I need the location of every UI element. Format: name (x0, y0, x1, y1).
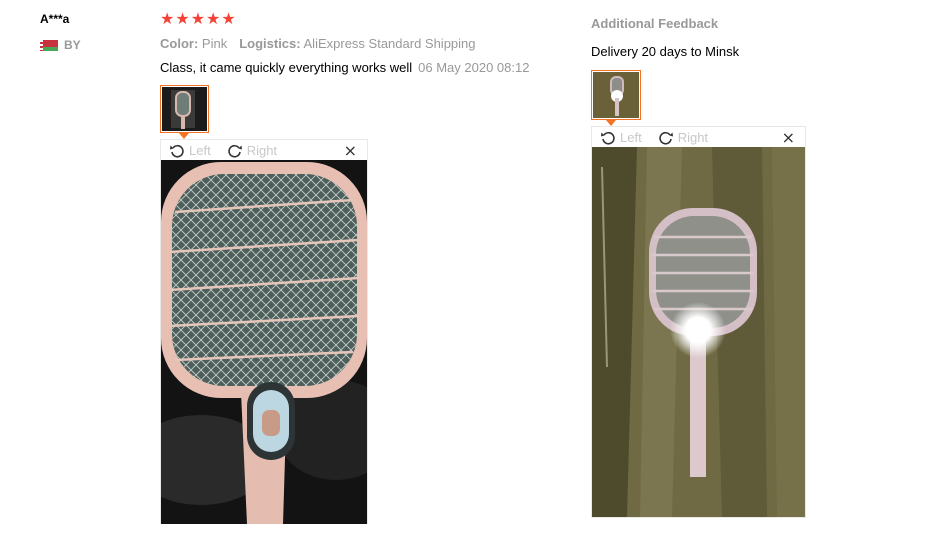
photo-viewer: Left Right × (160, 139, 368, 524)
rotate-left-button[interactable]: Left (600, 129, 642, 145)
rotate-right-label: Right (677, 129, 709, 145)
rotate-left-button[interactable]: Left (169, 142, 211, 158)
review-text: Class, it came quickly everything works … (160, 60, 413, 75)
logistics-label: Logistics: (239, 36, 301, 51)
review-photo (161, 160, 367, 524)
rotate-right-label: Right (246, 142, 278, 158)
color-info: Color: Pink (160, 36, 227, 51)
additional-photo (592, 147, 805, 517)
star-icon: ★ (206, 9, 221, 28)
color-value: Pink (201, 36, 228, 51)
additional-photo-thumbnail[interactable] (591, 70, 641, 120)
star-icon: ★ (221, 9, 236, 28)
star-icon: ★ (175, 9, 190, 28)
color-label: Color: (160, 36, 199, 51)
rotate-right-icon (658, 131, 673, 145)
close-icon[interactable]: × (782, 128, 795, 147)
viewer-toolbar: Left Right × (161, 140, 367, 160)
review-photo-thumbnail[interactable] (160, 85, 209, 133)
star-rating: ★ ★ ★ ★ ★ (160, 11, 236, 27)
rotate-left-label: Left (189, 142, 211, 158)
review-meta: Color: Pink Logistics: AliExpress Standa… (160, 36, 476, 51)
star-icon: ★ (190, 9, 206, 28)
rotate-left-icon (601, 131, 615, 145)
rotate-right-icon (227, 144, 242, 158)
rotate-left-label: Left (620, 129, 642, 145)
rotate-right-button[interactable]: Right (658, 129, 708, 145)
additional-feedback-text: Delivery 20 days to Minsk (591, 44, 740, 59)
star-icon: ★ (160, 9, 175, 28)
logistics-value: AliExpress Standard Shipping (303, 36, 476, 51)
reviewer-country: BY (40, 38, 81, 52)
belarus-flag-icon (40, 39, 58, 51)
viewer-toolbar: Left Right × (592, 127, 805, 147)
reviewer-name: A***a (40, 12, 70, 26)
close-icon[interactable]: × (344, 141, 357, 160)
logistics-info: Logistics: AliExpress Standard Shipping (239, 36, 475, 51)
review-body: Class, it came quickly everything works … (160, 60, 529, 75)
additional-photo-viewer: Left Right × (591, 126, 806, 518)
review-date: 06 May 2020 08:12 (418, 60, 530, 75)
country-code: BY (64, 38, 81, 52)
rotate-left-icon (170, 144, 184, 158)
rotate-right-button[interactable]: Right (227, 142, 277, 158)
additional-feedback-heading: Additional Feedback (591, 16, 719, 31)
